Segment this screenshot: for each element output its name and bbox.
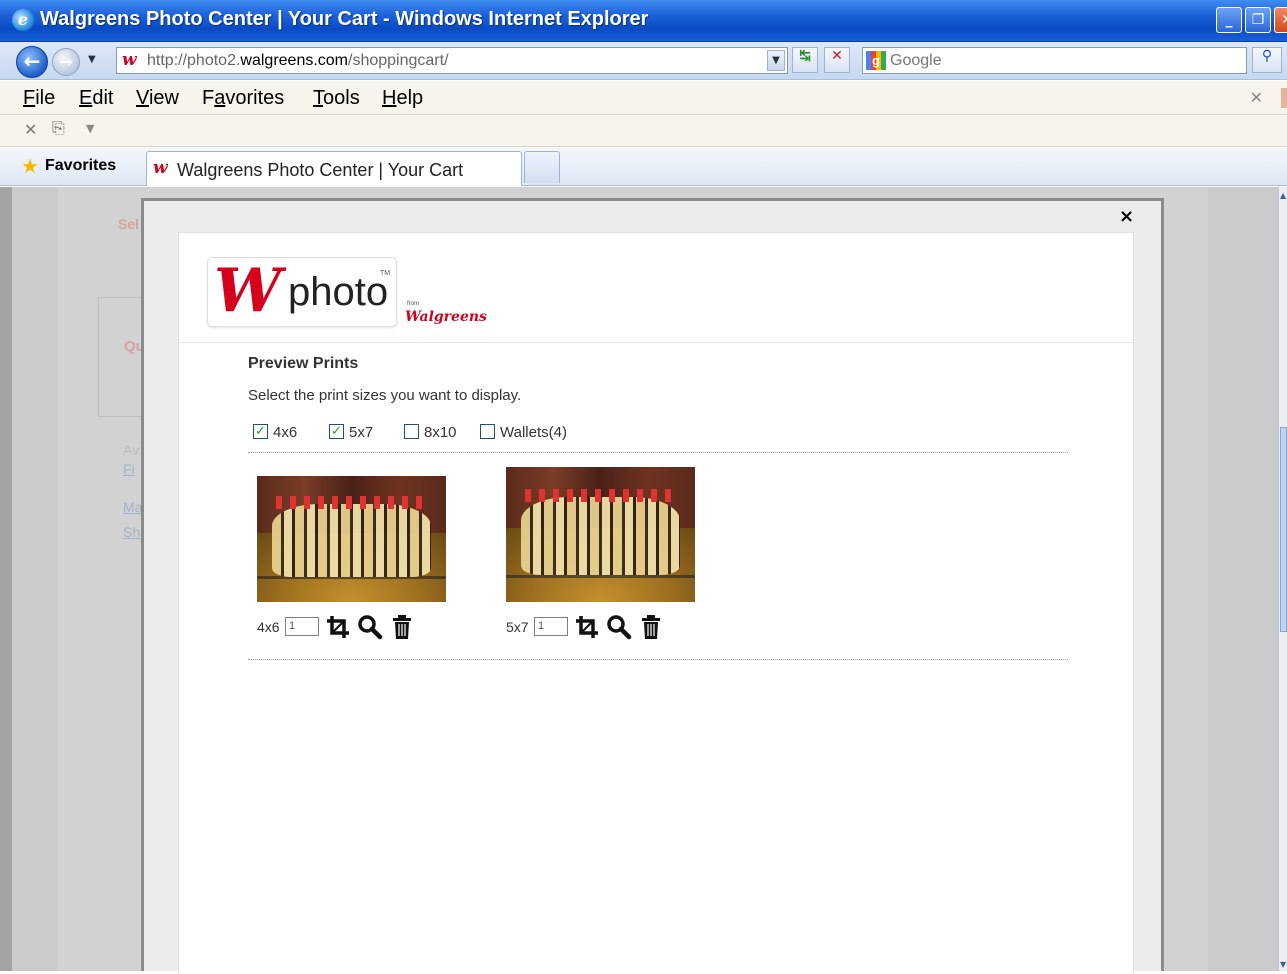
background-link: Ma [123, 499, 143, 515]
zoom-icon[interactable] [606, 614, 632, 640]
checkbox-unchecked-icon[interactable] [480, 424, 495, 439]
quantity-input[interactable]: 1 [534, 617, 568, 636]
translate-dropdown-icon[interactable]: ▼ [86, 122, 94, 135]
photo-team-group [272, 503, 431, 577]
background-link: Fi [123, 461, 135, 477]
photo-team-group [521, 496, 680, 575]
preview-prints-heading: Preview Prints [248, 355, 359, 372]
address-dropdown-button[interactable]: ▼ [767, 50, 785, 71]
print-size-label: 4x6 [257, 619, 280, 635]
zoom-icon[interactable] [357, 614, 383, 640]
preview-prints-modal: × W photo TM from Walgreens Preview Prin… [141, 198, 1164, 974]
dotted-divider-top [248, 452, 1068, 453]
search-button[interactable]: ⚲ [1252, 47, 1282, 73]
crop-icon[interactable] [325, 614, 351, 640]
dotted-divider-bottom [248, 659, 1068, 660]
logo-w-mark: W [214, 256, 282, 326]
new-tab-button[interactable] [524, 151, 560, 183]
checkbox-unchecked-icon[interactable] [404, 424, 419, 439]
size-label: 4x6 [273, 424, 298, 441]
translate-icon[interactable]: ⎘ [52, 118, 65, 138]
quantity-input[interactable]: 1 [285, 617, 319, 636]
background-text: Av [123, 442, 140, 458]
window-title-bar: e Walgreens Photo Center | Your Cart - W… [0, 0, 1287, 42]
modal-close-button[interactable]: × [1119, 206, 1134, 227]
photo-santa-hats [275, 496, 428, 509]
favorites-bar: ★ Favorites w Walgreens Photo Center | Y… [0, 148, 1287, 186]
address-toolbar: ← → ▼ w http://photo2.walgreens.com/shop… [0, 42, 1287, 80]
back-button[interactable]: ← [16, 46, 48, 78]
menu-file[interactable]: File [23, 87, 55, 110]
checkbox-checked-icon[interactable]: ✓ [253, 424, 268, 439]
internet-explorer-icon: e [12, 9, 34, 31]
print-size-label: 5x7 [506, 619, 529, 635]
menubar-edge-icon [1281, 88, 1287, 108]
recent-pages-dropdown[interactable]: ▼ [88, 54, 100, 66]
crop-icon[interactable] [574, 614, 600, 640]
scroll-up-icon[interactable]: ▲ [1280, 191, 1286, 200]
modal-content-panel: W photo TM from Walgreens Preview Prints… [178, 232, 1135, 974]
print-size-instruction: Select the print sizes you want to displ… [248, 387, 522, 404]
logo-from-text: from [407, 301, 419, 307]
menu-bar: File Edit View Favorites Tools Help ✕ [0, 81, 1287, 115]
tab-title: Walgreens Photo Center | Your Cart [177, 160, 464, 180]
trash-icon[interactable] [638, 614, 664, 640]
menu-edit[interactable]: Edit [79, 87, 113, 110]
minimize-button[interactable]: _ [1216, 7, 1242, 33]
photo-santa-hats [524, 488, 677, 503]
window-title: Walgreens Photo Center | Your Cart - Win… [40, 8, 649, 30]
google-icon: g [866, 51, 886, 70]
size-label: 5x7 [349, 424, 374, 441]
logo-photo-text: photo [288, 270, 389, 314]
background-text: Sel [118, 216, 140, 232]
menu-tools[interactable]: Tools [313, 87, 360, 110]
print-thumbnail-5x7[interactable] [506, 467, 695, 602]
print-thumbnail-4x6[interactable] [257, 476, 446, 602]
favorites-star-icon[interactable]: ★ [21, 154, 39, 178]
walgreens-photo-logo: W photo TM [207, 257, 397, 327]
menu-help[interactable]: Help [382, 87, 423, 110]
tab-walgreens-cart[interactable]: w Walgreens Photo Center | Your Cart [146, 151, 522, 186]
scroll-down-icon[interactable]: ▼ [1280, 960, 1286, 969]
window-left-edge [0, 187, 12, 971]
background-link: Sh [123, 524, 141, 540]
search-placeholder: Google [890, 52, 942, 69]
url-text: http://photo2.walgreens.com/shoppingcart… [147, 52, 449, 69]
logo-trademark: TM [380, 270, 391, 277]
menu-favorites[interactable]: Favorites [202, 87, 284, 110]
vertical-scrollbar[interactable]: ▲ ▼ [1278, 187, 1287, 971]
size-label: 8x10 [424, 424, 457, 441]
close-menubar-icon[interactable]: ✕ [1250, 88, 1263, 107]
address-field[interactable]: w http://photo2.walgreens.com/shoppingca… [116, 47, 788, 74]
close-toolbar-icon[interactable]: ✕ [24, 120, 37, 139]
close-window-button[interactable]: ✕ [1274, 7, 1287, 33]
menu-view[interactable]: View [136, 87, 179, 110]
walgreens-favicon-icon: w [122, 50, 137, 70]
favorites-button[interactable]: Favorites [45, 157, 116, 175]
walgreens-favicon-icon: w [153, 158, 168, 178]
size-label: Wallets(4) [500, 424, 567, 441]
trash-icon[interactable] [389, 614, 415, 640]
refresh-button[interactable]: ↹ [792, 47, 818, 73]
scrollbar-thumb[interactable] [1280, 427, 1287, 632]
command-bar: ✕ ⎘ ▼ [0, 115, 1287, 147]
photo-court-line [506, 574, 695, 578]
forward-button[interactable]: → [52, 48, 80, 76]
restore-button[interactable]: ❐ [1245, 7, 1271, 33]
stop-button[interactable]: ✕ [824, 47, 850, 73]
logo-walgreens-wordmark: Walgreens [405, 309, 487, 325]
header-divider [179, 342, 1135, 343]
print-controls-5x7: 5x7 1 [506, 614, 676, 640]
search-field[interactable]: g Google [862, 47, 1247, 74]
print-controls-4x6: 4x6 1 [257, 614, 427, 640]
checkbox-checked-icon[interactable]: ✓ [329, 424, 344, 439]
